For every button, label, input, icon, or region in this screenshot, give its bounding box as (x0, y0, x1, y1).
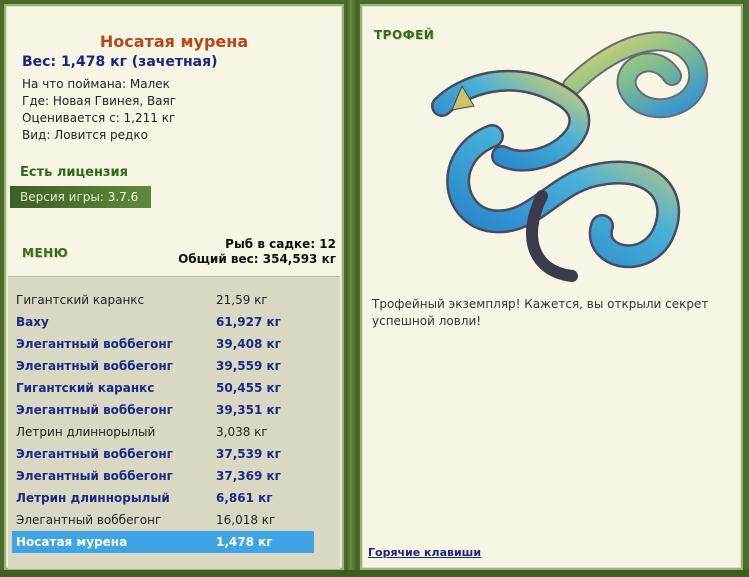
catch-fish-name: Гигантский каранкс (16, 293, 145, 307)
trophy-fish-image (431, 31, 709, 282)
catch-fish-name: Летрин длиннорылый (16, 425, 156, 439)
catch-fish-weight: 50,455 кг (216, 381, 281, 395)
catch-fish-weight: 16,018 кг (216, 513, 276, 527)
catch-row[interactable]: Ваху 61,927 кг (12, 311, 314, 333)
version-value: 3.7.6 (107, 190, 139, 204)
bottom-border (0, 570, 749, 577)
location-line: Где: Новая Гвинея, Ваяг (22, 94, 177, 108)
keep-stats: Рыб в садке: 12 Общий вес: 354,593 кг (178, 237, 336, 267)
species-line: Вид: Ловится редко (22, 128, 148, 142)
catch-fish-name: Летрин длиннорылый (16, 491, 170, 505)
catch-fish-name: Элегантный воббегонг (16, 337, 173, 351)
hotkeys-link[interactable]: Горячие клавиши (368, 546, 481, 559)
catch-fish-weight: 61,927 кг (216, 315, 281, 329)
catch-fish-name: Элегантный воббегонг (16, 447, 173, 461)
fish-weight: Вес: 1,478 кг (зачетная) (22, 54, 218, 70)
license-status: Есть лицензия (20, 165, 128, 180)
catch-fish-name: Элегантный воббегонг (16, 359, 173, 373)
frame-divider (346, 0, 358, 577)
fish-title: Носатая мурена (99, 32, 249, 51)
catch-fish-weight: 37,539 кг (216, 447, 281, 461)
catch-row[interactable]: Летрин длиннорылый 3,038 кг (12, 421, 314, 443)
catch-row[interactable]: Элегантный воббегонг 39,408 кг (12, 333, 314, 355)
catch-fish-name: Элегантный воббегонг (16, 469, 173, 483)
catch-fish-weight: 21,59 кг (216, 293, 268, 307)
catch-row[interactable]: Элегантный воббегонг 37,539 кг (12, 443, 314, 465)
catch-fish-name: Ваху (16, 315, 49, 329)
catch-row[interactable]: Элегантный воббегонг 37,369 кг (12, 465, 314, 487)
catch-row[interactable]: Гигантский каранкс 50,455 кг (12, 377, 314, 399)
catch-fish-name: Гигантский каранкс (16, 381, 155, 395)
catch-fish-weight: 39,408 кг (216, 337, 281, 351)
version-label: Версия игры: (20, 190, 108, 204)
catch-row[interactable]: Элегантный воббегонг 39,351 кг (12, 399, 314, 421)
catch-fish-weight: 6,861 кг (216, 491, 273, 505)
catch-fish-name: Носатая мурена (16, 535, 128, 549)
bait-line: На что поймана: Малек (22, 77, 170, 91)
catch-fish-name: Элегантный воббегонг (16, 403, 173, 417)
catch-row[interactable]: Элегантный воббегонг 16,018 кг (12, 509, 314, 531)
keep-count: Рыб в садке: 12 (225, 237, 336, 251)
catch-fish-weight: 1,478 кг (216, 535, 273, 549)
rating-line: Оценивается с: 1,211 кг (22, 111, 176, 125)
trophy-description: Трофейный экземпляр! Кажется, вы открыли… (372, 297, 709, 328)
catch-list-panel: Гигантский каранкс 21,59 кг Ваху 61,927 кг Э… (8, 276, 340, 569)
catch-row[interactable]: Элегантный воббегонг 39,559 кг (12, 355, 314, 377)
version-badge: Версия игры: 3.7.6 (10, 186, 151, 208)
fish-info-panel: Носатая мурена Вес: 1,478 кг (зачетная) … (4, 4, 344, 570)
catch-fish-weight: 39,351 кг (216, 403, 281, 417)
fish-details: На что поймана: Малек Где: Новая Гвинея,… (22, 76, 176, 144)
catch-fish-weight: 37,369 кг (216, 469, 281, 483)
catch-fish-weight: 3,038 кг (216, 425, 268, 439)
catch-row[interactable]: Гигантский каранкс 21,59 кг (12, 289, 314, 311)
menu-button[interactable]: МЕНЮ (22, 246, 68, 260)
trophy-panel: ТРОФЕЙ Трофейный экземпляр! Кажется, вы … (360, 4, 743, 570)
keep-total-weight: Общий вес: 354,593 кг (178, 252, 336, 266)
catch-row[interactable]: Летрин длиннорылый 6,861 кг (12, 487, 314, 509)
catch-list: Гигантский каранкс 21,59 кг Ваху 61,927 кг Э… (12, 289, 314, 553)
catch-row[interactable]: Носатая мурена 1,478 кг (12, 531, 314, 553)
catch-fish-weight: 39,559 кг (216, 359, 281, 373)
catch-fish-name: Элегантный воббегонг (16, 513, 162, 527)
